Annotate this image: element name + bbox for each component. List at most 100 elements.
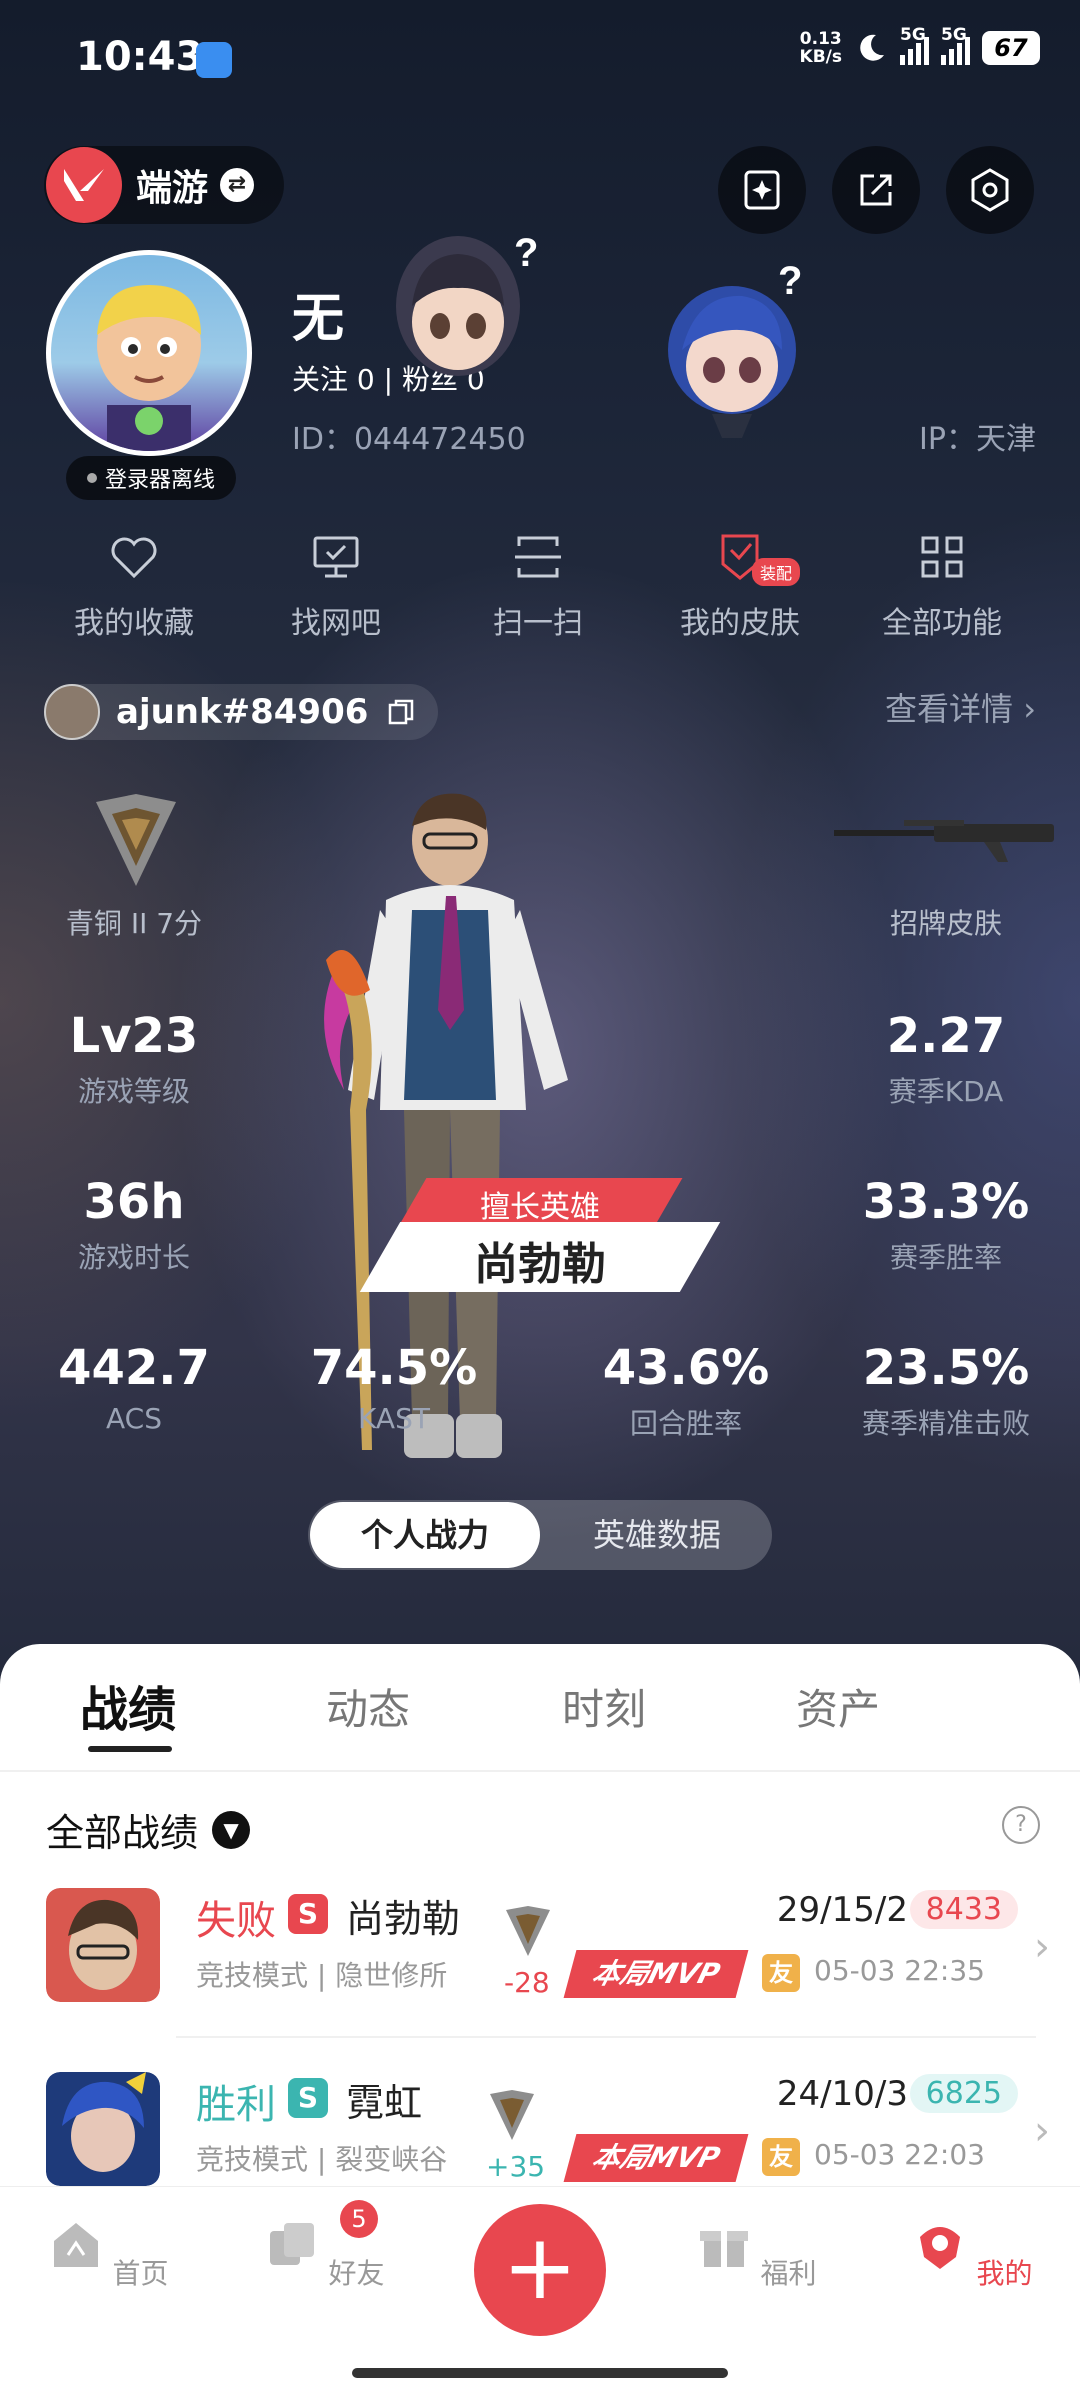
mvp-badge: 本局MVP (563, 2134, 749, 2182)
svg-text:?: ? (778, 259, 802, 303)
match-score: 8433 (909, 1890, 1018, 1929)
nav-me[interactable]: 我的 (892, 2217, 1052, 2292)
settings-button[interactable] (946, 146, 1034, 234)
chibi-sticker-dark[interactable]: ? (378, 206, 538, 406)
match-score: 6825 (909, 2074, 1018, 2113)
friends-icon (269, 2223, 314, 2265)
riot-id: ajunk#84906 (116, 692, 369, 732)
battery-indicator: 67 (982, 31, 1040, 65)
stat-playtime: 36h 游戏时长 (77, 1174, 190, 1274)
help-icon[interactable]: ? (1002, 1806, 1040, 1844)
offline-dot (86, 473, 97, 483)
stat-kda: 2.27 赛季KDA (886, 1008, 1006, 1108)
sparkle-card-button[interactable] (718, 146, 806, 234)
chevron-right-icon: › (1034, 2108, 1050, 2154)
match-time: 05-03 22:03 (814, 2138, 985, 2171)
monitor-icon (313, 536, 359, 578)
rank-delta: -28 (504, 1966, 550, 1999)
hero-thumb-chamber (46, 1888, 160, 2002)
row-divider (176, 2036, 1036, 2038)
valorant-logo-icon (46, 147, 122, 223)
signature-skin-rifle (834, 820, 1054, 862)
launcher-offline-badge: 登录器离线 (66, 456, 236, 500)
signal-2: 5G (941, 25, 970, 65)
create-post-button[interactable]: + (474, 2204, 606, 2336)
menu-favorites[interactable]: 我的收藏 (34, 530, 234, 642)
match-hero: 霓虹 (346, 2081, 423, 2125)
swap-icon: ⇄ (220, 168, 255, 202)
net-speed: 0.13 KB/s (799, 29, 842, 67)
stat-headshot: 23.5% 赛季精准击败 (861, 1340, 1030, 1440)
equip-badge: 装配 (752, 558, 801, 586)
stat-level: Lv23 游戏等级 (69, 1008, 199, 1108)
tab-assets[interactable]: 资产 (796, 1676, 880, 1737)
s-badge: S (288, 2078, 328, 2118)
friends-badge: 5 (340, 2200, 378, 2238)
moon-icon (860, 34, 884, 61)
toggle-personal-power[interactable]: 个人战力 (310, 1502, 540, 1568)
match-time: 05-03 22:35 (814, 1954, 985, 1987)
match-kda: 24/10/3 (776, 2074, 908, 2114)
match-row[interactable]: 失败 S 尚勃勒 竞技模式 | 隐世修所 -28 本局MVP 友 05-03 2… (0, 1888, 1080, 2058)
grid-icon (921, 536, 963, 578)
game-switch-button[interactable]: 端游 ⇄ (44, 146, 284, 224)
match-hero: 尚勃勒 (346, 1897, 461, 1941)
bronze-rank-icon (96, 794, 176, 886)
stat-round-winrate: 43.6% 回合胜率 (602, 1340, 770, 1440)
content-tabs: 战绩 动态 时刻 资产 (0, 1670, 1080, 1770)
avatar[interactable] (46, 250, 252, 456)
svg-text:?: ? (514, 231, 538, 275)
player-avatar (44, 684, 100, 740)
view-details-link[interactable]: 查看详情 › (885, 684, 1036, 730)
menu-internet-cafe[interactable]: 找网吧 (236, 530, 436, 642)
signal-1: 5G (900, 25, 929, 65)
match-kda: 29/15/2 (776, 1890, 908, 1930)
records-filter[interactable]: 全部战绩 ▼ (46, 1802, 251, 1857)
nav-home[interactable]: 首页 (28, 2217, 188, 2292)
share-icon (860, 174, 892, 206)
scan-icon (515, 536, 561, 578)
heart-icon (111, 537, 157, 579)
stat-season-winrate: 33.3% 赛季胜率 (862, 1174, 1030, 1274)
copy-icon[interactable] (386, 697, 416, 727)
sparkle-card-icon (744, 170, 780, 210)
avatar-image (51, 255, 247, 451)
tab-active-indicator (88, 1746, 172, 1752)
settings-icon (971, 168, 1009, 212)
tab-feed[interactable]: 动态 (326, 1676, 410, 1737)
nav-friends[interactable]: 好友 (244, 2217, 404, 2292)
match-result: 失败 (196, 1898, 276, 1944)
tab-records[interactable]: 战绩 (80, 1670, 176, 1740)
menu-all-features[interactable]: 全部功能 (842, 530, 1042, 642)
status-time: 10:43 (76, 34, 204, 80)
fav-hero-name: 尚勃勒 (474, 1239, 606, 1290)
chevron-right-icon: › (1023, 690, 1036, 728)
match-result: 胜利 (196, 2082, 276, 2128)
chevron-right-icon: › (1034, 1924, 1050, 1970)
match-mode-map: 竞技模式 | 隐世修所 (196, 1959, 448, 1992)
tabs-divider (0, 1770, 1080, 1772)
nav-welfare[interactable]: 福利 (676, 2217, 836, 2292)
riot-id-tag[interactable]: ajunk#84906 (44, 684, 439, 740)
toggle-hero-data[interactable]: 英雄数据 (544, 1502, 770, 1568)
user-name: 无 (292, 289, 345, 349)
signature-skin-label: 招牌皮肤 (889, 907, 1002, 940)
friend-badge: 友 (762, 1954, 800, 1992)
stat-acs: 442.7 ACS (58, 1340, 210, 1435)
menu-my-skins[interactable]: 装配 我的皮肤 (640, 530, 840, 642)
fav-hero-label: 擅长英雄 (480, 1190, 600, 1225)
status-right: 0.13 KB/s 5G 5G 67 (799, 25, 1040, 67)
game-switch-label: 端游 (136, 168, 209, 209)
hero-thumb-neon (46, 2072, 160, 2186)
tab-moments[interactable]: 时刻 (562, 1676, 646, 1737)
home-indicator[interactable] (352, 2368, 728, 2378)
rank-small-icon (506, 1906, 550, 1956)
home-icon (53, 2223, 98, 2267)
rank-delta: +35 (486, 2150, 546, 2183)
share-button[interactable] (832, 146, 920, 234)
chibi-sticker-blue[interactable]: ? (652, 254, 812, 454)
user-id: ID：044472450 (292, 422, 526, 457)
menu-scan[interactable]: 扫一扫 (438, 530, 638, 642)
ip-location: IP：天津 (919, 422, 1036, 457)
gift-icon (699, 2231, 748, 2267)
